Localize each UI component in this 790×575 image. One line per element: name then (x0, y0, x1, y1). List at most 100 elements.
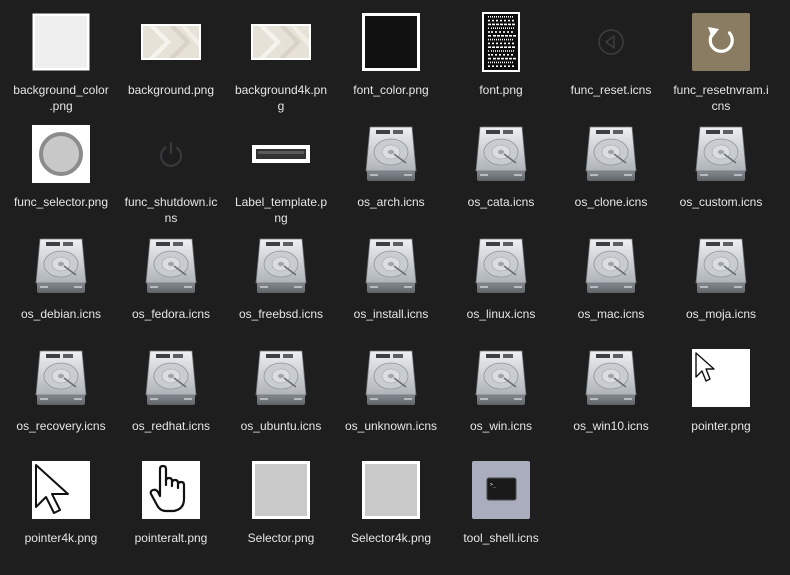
file-name-label: os_moja.icns (668, 306, 774, 322)
file-item[interactable]: os_linux.icns (446, 226, 556, 336)
file-item[interactable]: os_recovery.icns (6, 338, 116, 448)
hard-drive-icon (31, 348, 91, 408)
file-item[interactable]: background4k.pn g (226, 2, 336, 114)
file-item[interactable]: os_fedora.icns (116, 226, 226, 336)
file-name-label: font_color.png (338, 82, 444, 98)
file-item[interactable]: font_color.png (336, 2, 446, 112)
hard-drive-icon (581, 348, 641, 408)
hard-drive-icon (581, 124, 641, 184)
file-name-label: Label_template.p ng (228, 194, 334, 226)
file-item[interactable]: Selector.png (226, 450, 336, 560)
file-name-label: pointer.png (668, 418, 774, 434)
file-name-label: os_win10.icns (558, 418, 664, 434)
file-name-line: func_resetnvram.i (673, 83, 769, 97)
file-item[interactable]: os_cata.icns (446, 114, 556, 224)
file-name-label: os_cata.icns (448, 194, 554, 210)
file-name-line: os_mac.icns (577, 307, 645, 321)
file-name-line: func_reset.icns (570, 83, 652, 97)
background-image-icon (141, 12, 201, 72)
file-name-label: func_selector.png (8, 194, 114, 210)
hard-drive-icon (691, 124, 751, 184)
file-name-line: os_unknown.icns (344, 419, 438, 433)
file-name-line: .png (49, 99, 73, 113)
file-item[interactable]: os_freebsd.icns (226, 226, 336, 336)
file-item[interactable]: background.png (116, 2, 226, 112)
font-sheet-icon (471, 12, 531, 72)
file-item[interactable]: pointer.png (666, 338, 776, 448)
file-name-line: background_color (13, 83, 109, 97)
gray-square-icon (251, 460, 311, 520)
file-name-label: os_freebsd.icns (228, 306, 334, 322)
file-name-line: pointer4k.png (24, 531, 98, 545)
hard-drive-icon (251, 348, 311, 408)
file-name-line: os_win.icns (469, 419, 533, 433)
file-name-line: pointeralt.png (134, 531, 208, 545)
file-item[interactable]: background_color .png (6, 2, 116, 114)
file-item[interactable]: func_selector.png (6, 114, 116, 224)
power-icon (141, 124, 201, 184)
file-name-line: font.png (479, 83, 523, 97)
file-name-label: func_shutdown.ic ns (118, 194, 224, 226)
file-name-line: os_freebsd.icns (238, 307, 324, 321)
file-name-label: pointeralt.png (118, 530, 224, 546)
file-item[interactable]: >_ tool_shell.icns (446, 450, 556, 560)
file-name-label: os_install.icns (338, 306, 444, 322)
file-name-label: func_resetnvram.i cns (668, 82, 774, 114)
file-name-line: tool_shell.icns (463, 531, 539, 545)
file-name-label: tool_shell.icns (448, 530, 554, 546)
file-item[interactable]: func_reset.icns (556, 2, 666, 112)
file-item[interactable]: os_moja.icns (666, 226, 776, 336)
file-item[interactable]: os_mac.icns (556, 226, 666, 336)
file-item[interactable]: os_custom.icns (666, 114, 776, 224)
file-name-line: os_arch.icns (357, 195, 425, 209)
reset-nvram-icon (691, 12, 751, 72)
terminal-icon: >_ (471, 460, 531, 520)
file-name-label: background_color .png (8, 82, 114, 114)
file-name-line: func_shutdown.ic (124, 195, 218, 209)
file-item[interactable]: os_install.icns (336, 226, 446, 336)
hard-drive-icon (141, 348, 201, 408)
file-name-label: os_mac.icns (558, 306, 664, 322)
file-name-label: background4k.pn g (228, 82, 334, 114)
file-name-line: Selector.png (247, 531, 315, 545)
file-item[interactable]: func_shutdown.ic ns (116, 114, 226, 226)
file-item[interactable]: Label_template.p ng (226, 114, 336, 226)
file-name-line: os_debian.icns (20, 307, 102, 321)
arrow-pointer-icon (691, 348, 751, 408)
file-item[interactable]: font.png (446, 2, 556, 112)
file-name-line: os_custom.icns (679, 195, 763, 209)
gray-square-icon (361, 460, 421, 520)
file-item[interactable]: Selector4k.png (336, 450, 446, 560)
file-item[interactable]: pointeralt.png (116, 450, 226, 560)
file-name-line: os_install.icns (353, 307, 429, 321)
file-name-label: Selector4k.png (338, 530, 444, 546)
hard-drive-icon (471, 348, 531, 408)
file-item[interactable]: os_arch.icns (336, 114, 446, 224)
file-item[interactable]: os_redhat.icns (116, 338, 226, 448)
file-item[interactable]: os_win10.icns (556, 338, 666, 448)
hard-drive-icon (361, 348, 421, 408)
hand-pointer-icon (141, 460, 201, 520)
file-item[interactable]: os_debian.icns (6, 226, 116, 336)
hard-drive-icon (361, 124, 421, 184)
background-image-icon (251, 12, 311, 72)
hard-drive-icon (361, 236, 421, 296)
file-name-label: func_reset.icns (558, 82, 664, 98)
label-bar-icon (251, 124, 311, 184)
file-name-label: os_ubuntu.icns (228, 418, 334, 434)
file-item[interactable]: os_win.icns (446, 338, 556, 448)
file-item[interactable]: os_clone.icns (556, 114, 666, 224)
file-name-label: font.png (448, 82, 554, 98)
hard-drive-icon (141, 236, 201, 296)
finder-icon-view: background_color .png background.png backgr… (0, 0, 790, 575)
file-item[interactable]: os_ubuntu.icns (226, 338, 336, 448)
hard-drive-icon (691, 236, 751, 296)
file-name-line: background.png (127, 83, 215, 97)
file-item[interactable]: pointer4k.png (6, 450, 116, 560)
file-item[interactable]: os_unknown.icns (336, 338, 446, 448)
file-name-line: os_ubuntu.icns (240, 419, 322, 433)
file-item[interactable]: func_resetnvram.i cns (666, 2, 776, 114)
file-name-label: os_linux.icns (448, 306, 554, 322)
file-name-line: background4k.pn (234, 83, 328, 97)
file-name-line: Label_template.p (234, 195, 328, 209)
